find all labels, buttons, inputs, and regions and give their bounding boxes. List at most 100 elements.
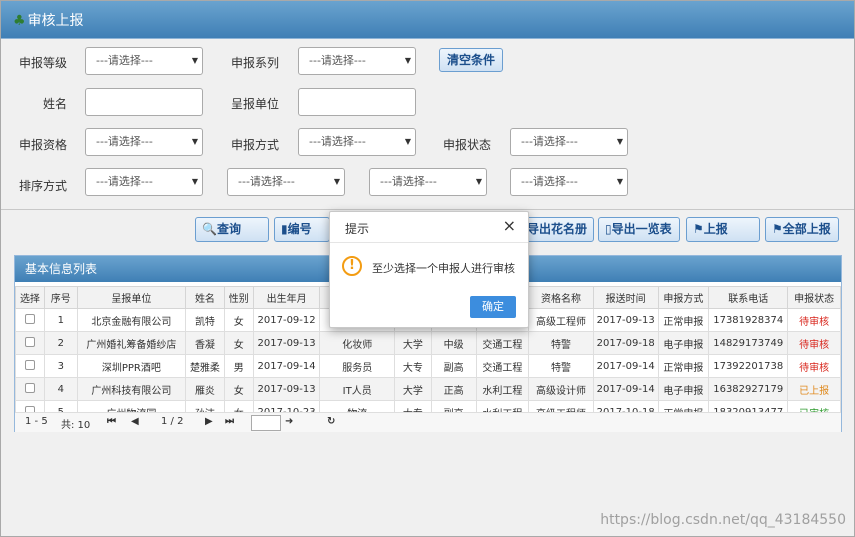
dialog-title: 提示 (345, 222, 370, 236)
row-checkbox[interactable] (24, 382, 35, 393)
table-cell: 2017-09-13 (252, 331, 321, 355)
table-cell: 中级 (430, 331, 477, 355)
table-cell: 雁炎 (185, 377, 225, 401)
table-cell: 2017-09-14 (592, 377, 659, 401)
qual-select[interactable]: ---请选择--- ▼ (85, 128, 203, 156)
table-cell: 2017-09-18 (592, 331, 659, 355)
table-cell (15, 331, 45, 355)
table-cell: 高级工程师 (528, 308, 594, 332)
go-arrow-icon[interactable]: ➜ (285, 416, 293, 427)
unit-input[interactable] (298, 88, 416, 116)
table-row[interactable]: 3 深圳PPR酒吧 楚雅柔男 2017-09-14 服务员 大专 副高 交通工程 特警 2017-… (15, 354, 841, 378)
flag-icon: ⚑ (772, 222, 783, 236)
col-name: 姓名 (185, 286, 225, 309)
name-label: 姓名 (42, 97, 67, 111)
col-state: 申报状态 (787, 286, 841, 309)
table-cell: 深圳PPR酒吧 (76, 354, 187, 378)
clear-conditions-button[interactable]: 清空条件 (439, 48, 503, 72)
dialog-message: 至少选择一个申报人进行审核 (372, 262, 515, 275)
state-select[interactable]: ---请选择--- ▼ (510, 128, 628, 156)
col-method: 申报方式 (657, 286, 710, 309)
table-cell: IT人员 (319, 377, 395, 401)
table-cell: 女 (223, 308, 254, 332)
col-qual: 资格名称 (528, 286, 594, 309)
report-all-button[interactable]: ⚑全部上报 (765, 217, 839, 242)
refresh-icon[interactable]: ↻ (327, 416, 335, 427)
page-title-text: 审核上报 (27, 13, 84, 29)
chevron-down-icon: ▼ (191, 56, 198, 65)
number-button[interactable]: ▮编号 (274, 217, 330, 242)
watermark: https://blog.csdn.net/qq_43184550 (600, 512, 846, 528)
alert-dialog: 提示 × ! 至少选择一个申报人进行审核 确定 (329, 211, 529, 328)
col-sex: 性别 (223, 286, 254, 309)
last-page-icon[interactable]: ⏭ (225, 416, 234, 427)
table-cell: 化妆师 (319, 331, 395, 355)
pager-page: 1 / 2 (161, 416, 184, 427)
method-select[interactable]: ---请选择--- ▼ (298, 128, 416, 156)
export-overview-button[interactable]: ▯导出一览表 (598, 217, 680, 242)
sort-select-3[interactable]: ---请选择--- ▼ (369, 168, 487, 196)
close-icon[interactable]: × (503, 216, 516, 235)
prev-page-icon[interactable]: ◀ (131, 416, 139, 427)
page-number-input[interactable] (251, 415, 281, 431)
table-cell: 交通工程 (475, 354, 530, 378)
table-cell: 4 (43, 377, 78, 401)
tree-icon: ♣ (13, 13, 26, 29)
table-cell: 大学 (393, 331, 432, 355)
table-cell: 17381928374 (708, 308, 789, 332)
col-birth: 出生年月 (252, 286, 321, 309)
table-cell: 正常申报 (657, 354, 710, 378)
dialog-header: 提示 × (330, 212, 528, 243)
table-cell: 特警 (528, 354, 594, 378)
report-button[interactable]: ⚑上报 (686, 217, 760, 242)
table-cell: 2017-09-14 (252, 354, 321, 378)
table-cell: 电子申报 (657, 377, 710, 401)
page-title: ♣ 审核上报 (13, 10, 84, 30)
table-cell: 大专 (393, 354, 432, 378)
chevron-down-icon: ▼ (404, 137, 411, 146)
table-cell: 2017-09-13 (592, 308, 659, 332)
query-button[interactable]: 🔍查询 (195, 217, 269, 242)
search-icon: 🔍 (202, 222, 217, 236)
level-select[interactable]: ---请选择--- ▼ (85, 47, 203, 75)
series-select[interactable]: ---请选择--- ▼ (298, 47, 416, 75)
ok-button[interactable]: 确定 (470, 296, 516, 318)
export-roster-button[interactable]: 导出花名册 (520, 217, 594, 242)
sort-select-2[interactable]: ---请选择--- ▼ (227, 168, 345, 196)
table-cell: 2017-09-13 (252, 377, 321, 401)
table-cell: 副高 (430, 354, 477, 378)
table-row[interactable]: 2 广州婚礼筹备婚纱店 香凝女 2017-09-13 化妆师 大学 中级 交通工程 特警 2017… (15, 331, 841, 355)
table-cell: 凯特 (185, 308, 225, 332)
flag-icon: ⚑ (693, 222, 704, 236)
table-cell: 服务员 (319, 354, 395, 378)
state-label: 申报状态 (442, 138, 491, 152)
divider (1, 209, 854, 210)
table-cell: 香凝 (185, 331, 225, 355)
app-window: ♣ 审核上报 申报等级 ---请选择--- ▼ 申报系列 ---请选择--- ▼ 清空… (0, 0, 855, 537)
filter-form: 申报等级 ---请选择--- ▼ 申报系列 ---请选择--- ▼ 清空条件 姓名 … (1, 39, 854, 209)
table-cell: 大学 (393, 377, 432, 401)
method-label: 申报方式 (230, 138, 279, 152)
next-page-icon[interactable]: ▶ (205, 416, 213, 427)
table-cell: 16382927179 (708, 377, 789, 401)
table-cell: 2017-09-12 (252, 308, 321, 332)
sort-label: 排序方式 (18, 179, 67, 193)
pager: 1 - 5 共: 10 ⏮ ◀ 1 / 2 ▶ ⏭ ➜ ↻ (15, 412, 841, 432)
row-checkbox[interactable] (24, 359, 35, 370)
row-checkbox[interactable] (24, 336, 35, 347)
warning-icon: ! (342, 256, 362, 276)
first-page-icon[interactable]: ⏮ (107, 416, 116, 427)
sort-select-1[interactable]: ---请选择--- ▼ (85, 168, 203, 196)
chevron-down-icon: ▼ (333, 177, 340, 186)
series-label: 申报系列 (230, 56, 279, 70)
table-cell: 已上报 (787, 377, 841, 401)
chevron-down-icon: ▼ (191, 177, 198, 186)
chevron-down-icon: ▼ (475, 177, 482, 186)
sort-select-4[interactable]: ---请选择--- ▼ (510, 168, 628, 196)
table-row[interactable]: 4 广州科技有限公司 雁炎女 2017-09-13 IT人员 大学 正高 水利工程 高级设计师 2… (15, 377, 841, 401)
table-cell: 楚雅柔 (185, 354, 225, 378)
col-sent: 报送时间 (592, 286, 659, 309)
row-checkbox[interactable] (24, 313, 35, 324)
name-input[interactable] (85, 88, 203, 116)
table-cell: 待审核 (787, 308, 841, 332)
